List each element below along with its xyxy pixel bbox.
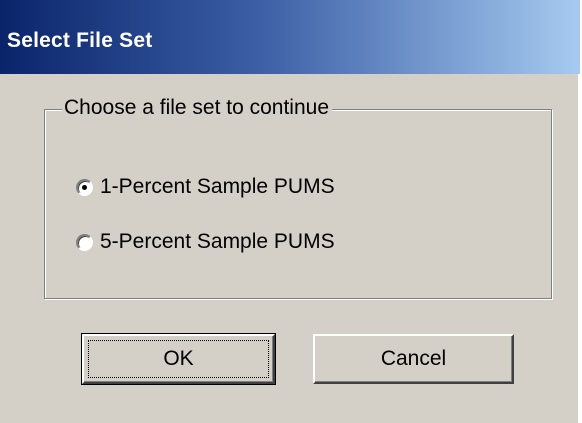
cancel-button[interactable]: Cancel <box>313 334 514 384</box>
group-legend: Choose a file set to continue <box>62 94 333 122</box>
cancel-button-label: Cancel <box>380 347 447 370</box>
file-set-group-box <box>44 109 552 299</box>
dialog-title: Select File Set <box>7 29 153 52</box>
radio-button-1-percent[interactable] <box>76 178 93 196</box>
radio-label-1-percent: 1-Percent Sample PUMS <box>100 175 335 198</box>
radio-option-1-percent[interactable]: 1-Percent Sample PUMS <box>76 173 335 201</box>
radio-option-5-percent[interactable]: 5-Percent Sample PUMS <box>76 228 335 256</box>
radio-label-5-percent: 5-Percent Sample PUMS <box>100 230 335 253</box>
radio-selected-dot <box>82 184 87 190</box>
select-file-set-dialog: Select File Set Choose a file set to con… <box>0 0 580 423</box>
ok-button-label: OK <box>163 347 194 370</box>
ok-button[interactable]: OK <box>81 333 276 385</box>
radio-button-5-percent[interactable] <box>76 233 93 251</box>
title-bar[interactable]: Select File Set <box>0 0 580 74</box>
